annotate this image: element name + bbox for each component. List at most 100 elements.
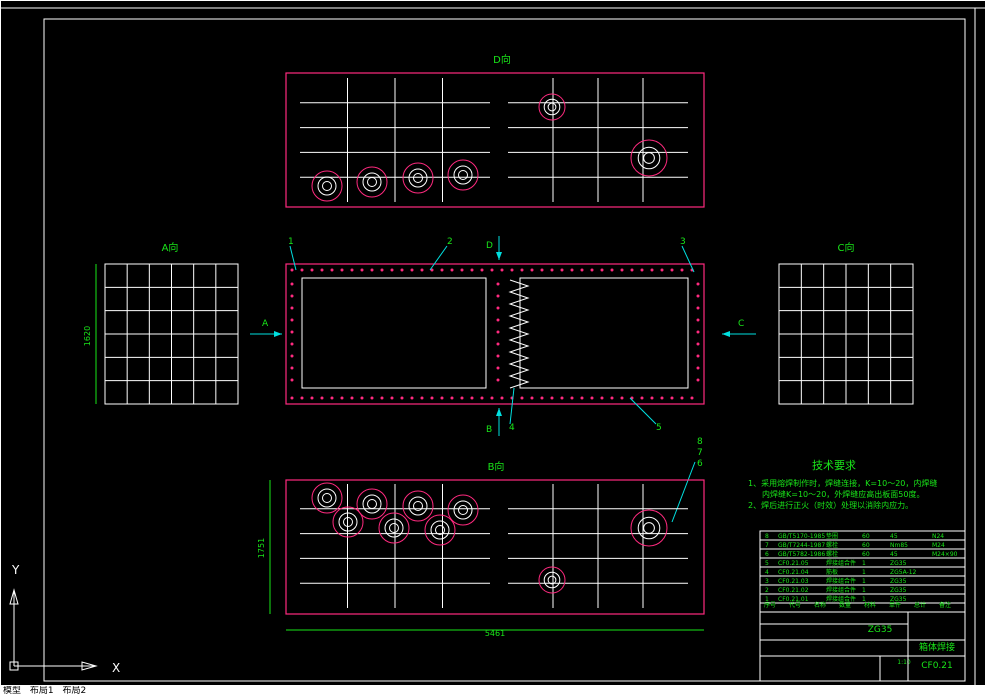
bottom-bolt [440, 396, 444, 400]
right-bolt [696, 282, 700, 286]
bom-cell: N24 [932, 533, 944, 540]
ucs-icon: Y X [9, 563, 120, 675]
right-bolt [696, 354, 700, 358]
bom-header-cell: 单件 [889, 601, 901, 609]
b-height-dimension: 1751 [257, 538, 266, 558]
top-bolt [400, 268, 404, 272]
top-bolt [300, 268, 304, 272]
title-drawing-name: 箱体焊接 [919, 641, 955, 653]
bottom-bolt [620, 396, 624, 400]
top-bolt [380, 268, 384, 272]
c-view-label: C向 [838, 241, 855, 254]
right-bolt [696, 306, 700, 310]
top-bolt [360, 268, 364, 272]
bom-header-cell: 数量 [839, 601, 851, 609]
a-height-dimension: 1620 [83, 326, 92, 346]
top-bolt [640, 268, 644, 272]
d-view-flange-1 [311, 170, 343, 202]
bottom-bolt [650, 396, 654, 400]
bottom-bolt [690, 396, 694, 400]
left-bolt [290, 330, 294, 334]
bottom-bolt [310, 396, 314, 400]
bom-cell: 焊接组合件 [826, 559, 856, 567]
top-bolt [370, 268, 374, 272]
bom-cell: 60 [862, 533, 870, 540]
bom-cell: 螺栓 [826, 541, 838, 549]
tech-line-1: 1、采用熔焊制作时，焊缝连接，K=10～20，内焊缝 [748, 478, 937, 488]
bom-cell: CF0.21.03 [778, 578, 809, 585]
left-bolt [290, 378, 294, 382]
bom-cell: 45 [890, 551, 898, 558]
tab-model[interactable]: 模型 [0, 686, 24, 696]
bom-cell: 6 [765, 551, 769, 558]
bottom-bolt [370, 396, 374, 400]
right-bolt [696, 342, 700, 346]
left-bolt [290, 342, 294, 346]
balloon-2: 2 [447, 237, 453, 247]
bom-cell: 1 [862, 587, 866, 594]
bom-cell: CF0.21.02 [778, 587, 809, 594]
top-bolt [540, 268, 544, 272]
cad-drawing-canvas[interactable]: D向 A向 1620 C向 A C D B 1 2 3 4 5 6 7 8 B向… [0, 0, 986, 696]
top-bolt [550, 268, 554, 272]
balloon-8: 8 [697, 437, 703, 447]
top-bolt [410, 268, 414, 272]
top-bolt [510, 268, 514, 272]
tech-line-3: 2、焊后进行正火（时效）处理以消除内应力。 [748, 500, 913, 510]
top-bolt [570, 268, 574, 272]
a-view-label: A向 [162, 241, 179, 254]
ucs-x-label: X [112, 661, 120, 675]
top-bolt [490, 268, 494, 272]
bottom-bolt [530, 396, 534, 400]
bottom-bolt [480, 396, 484, 400]
center-bolt [496, 354, 500, 358]
top-bolt [560, 268, 564, 272]
right-bolt [696, 366, 700, 370]
bottom-bolt [660, 396, 664, 400]
bom-cell: 60 [862, 551, 870, 558]
b-view-flange-6 [378, 512, 410, 544]
bom-cell: 1 [862, 560, 866, 567]
bom-cell: 4 [765, 569, 769, 576]
top-bolt [600, 268, 604, 272]
bom-cell: 垫圈 [826, 532, 838, 540]
b-view-flange-3 [402, 490, 434, 522]
d-view-flange-upper [538, 93, 566, 121]
parts-list: 8 GB/T5170-1985 垫圈 60 45 N247 GB/T7244-1987 螺栓 6… [759, 530, 966, 682]
top-bolt [310, 268, 314, 272]
balloons: 1 2 3 4 5 6 7 8 [288, 237, 703, 523]
bom-cell: 螺栓 [826, 550, 838, 558]
bom-cell: CF0.21.05 [778, 560, 809, 567]
tab-layout-2[interactable]: 布局2 [60, 686, 90, 696]
bom-cell: ZG5A-12 [890, 569, 917, 576]
tab-layout-1[interactable]: 布局1 [27, 686, 57, 696]
bom-cell: ZG35 [890, 560, 907, 567]
bottom-bolt [300, 396, 304, 400]
b-length-dimension: 5461 [485, 629, 505, 638]
top-bolt [290, 268, 294, 272]
bottom-bolt [610, 396, 614, 400]
bom-cell: M24×90 [932, 551, 958, 558]
center-bolt [496, 366, 500, 370]
top-bolt [670, 268, 674, 272]
bottom-bolt [470, 396, 474, 400]
right-bolt [696, 330, 700, 334]
left-bolt [290, 366, 294, 370]
b-view-manhole [630, 509, 668, 547]
tech-line-2: 内焊缝K=10～20，外焊缝应高出板面50度。 [762, 489, 925, 499]
bottom-bolt [560, 396, 564, 400]
b-view: B向 1751 5461 [257, 460, 705, 638]
bottom-bolt [590, 396, 594, 400]
balloon-6: 6 [697, 459, 703, 469]
d-view-label: D向 [493, 53, 511, 66]
title-drawing-number: CF0.21 [921, 661, 953, 671]
arrow-d-label: D [486, 241, 493, 251]
bom-cell: 3 [765, 578, 769, 585]
balloon-5: 5 [656, 423, 662, 433]
top-bolt [480, 268, 484, 272]
arrow-a-label: A [262, 319, 269, 329]
balloon-1: 1 [288, 237, 294, 247]
d-view-manhole [630, 139, 668, 177]
top-bolt [330, 268, 334, 272]
bom-header-cell: 序号 [764, 601, 776, 609]
